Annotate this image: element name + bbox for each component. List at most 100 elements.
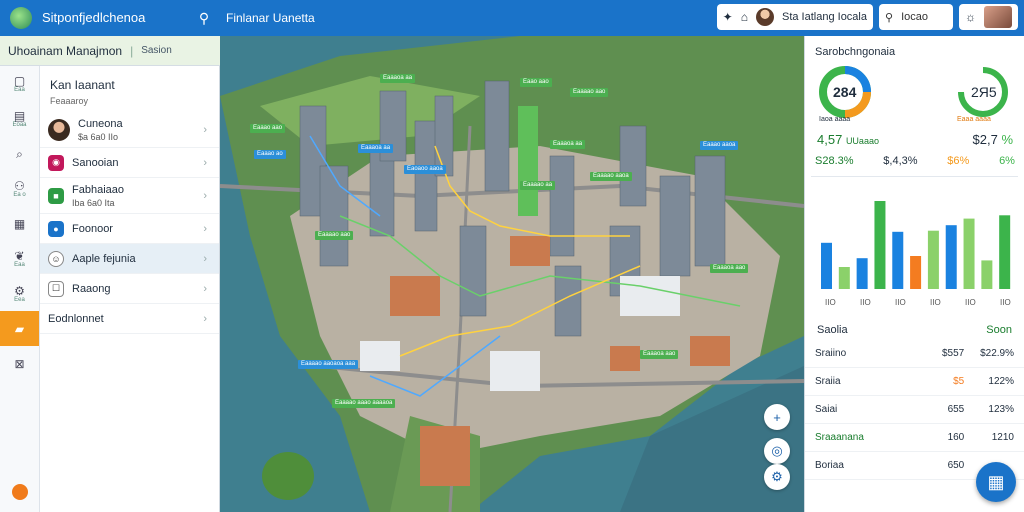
map-label[interactable]: Eaaao ao — [254, 150, 286, 159]
rail-item[interactable]: ▢ Eaa — [0, 66, 39, 101]
list-panel: Kan Iaanant Feaaaroy Cuneona $a 6a0 IIo … — [40, 66, 220, 512]
rail-item[interactable]: ⊠ — [0, 346, 39, 381]
table-row[interactable]: Saiai 655 123% — [805, 396, 1024, 424]
profile-menu[interactable]: ☼ — [959, 4, 1018, 30]
icon-rail: ▢ Eaa ▤ Eoaa ⌕ ⚇ Ea o ▦ ❦ Eaa ⚙ Eea ▰ ⊠ — [0, 66, 40, 512]
bar[interactable] — [838, 267, 850, 289]
map-grid-button[interactable]: ▦ — [976, 462, 1016, 502]
axis-tick-label: IIO — [1000, 298, 1011, 307]
pin-icon[interactable]: ✦ — [723, 10, 733, 24]
bar[interactable] — [856, 258, 868, 289]
bar[interactable] — [910, 256, 922, 289]
user-label: Sta Iatlang Iocala — [781, 11, 867, 23]
locate-button[interactable]: ◎ — [764, 438, 790, 464]
map-label[interactable]: Eaaaao aaoa — [590, 172, 632, 181]
map-label[interactable]: Eaaaoa aao — [710, 264, 749, 273]
bar[interactable] — [874, 201, 886, 289]
list-item[interactable]: Cuneona $a 6a0 IIo › — [40, 112, 219, 148]
kpi-value: S28.3% — [815, 155, 854, 167]
map-label[interactable]: Eaaaoa aa — [550, 140, 586, 149]
table-row[interactable]: Sraaanana 160 1210 — [805, 424, 1024, 452]
home-icon[interactable]: ⌂ — [741, 10, 748, 24]
search-icon[interactable]: ⚲ — [194, 10, 214, 27]
home-icon: ▢ — [13, 73, 26, 88]
map-label[interactable]: Eaoaoo aaoa — [404, 165, 446, 174]
status-dot[interactable] — [12, 484, 28, 500]
map-label[interactable]: Eaaao aao — [250, 124, 286, 133]
list-item[interactable]: ● Foonoor › — [40, 214, 219, 244]
axis-tick-label: IIO — [860, 298, 871, 307]
user-menu[interactable]: ✦ ⌂ Sta Iatlang Iocala — [716, 4, 873, 30]
list-item[interactable]: ☐ Raaong › — [40, 274, 219, 304]
map-label[interactable]: Eaaaoa aa — [358, 144, 394, 153]
table-cell: 122% — [988, 376, 1014, 387]
search-icon: ⌕ — [16, 146, 23, 161]
map-label[interactable]: Eaao aao — [520, 78, 552, 87]
map-label[interactable]: Eaaao aaoa — [700, 141, 739, 150]
bar[interactable] — [963, 218, 975, 289]
list-item-title: Eodnlonnet — [48, 312, 104, 325]
rail-item[interactable]: ⚇ Ea o — [0, 171, 39, 206]
map-label[interactable]: Eaaaao aao — [315, 231, 354, 240]
rail-item[interactable]: ⌕ — [0, 136, 39, 171]
profile-photo[interactable] — [984, 6, 1012, 28]
brightness-icon[interactable]: ☼ — [965, 10, 976, 24]
bar[interactable] — [821, 242, 832, 289]
axis-tick-label: IIO — [965, 298, 976, 307]
map-canvas — [220, 36, 804, 512]
users-icon: ⚇ — [14, 178, 25, 193]
chevron-right-icon: › — [203, 156, 207, 169]
bar[interactable] — [892, 231, 904, 289]
rail-item[interactable]: ▤ Eoaa — [0, 101, 39, 136]
rail-label: Eea — [14, 296, 25, 303]
city-map[interactable]: Eaaaoa aa Eaao aao Eaaaao aao Eaaao aao … — [220, 36, 804, 512]
zoom-in-button[interactable]: + — [764, 404, 790, 430]
search-icon: ⚲ — [885, 11, 894, 24]
table-action[interactable]: Soon — [986, 324, 1012, 340]
list-item[interactable]: Eodnlonnet › — [40, 304, 219, 334]
table-cell: Saiai — [815, 404, 838, 415]
avatar — [48, 118, 70, 141]
chevron-right-icon: › — [203, 252, 207, 265]
rail-item[interactable]: ⚙ Eea — [0, 276, 39, 311]
panel-subtitle[interactable]: Sasion — [141, 45, 172, 56]
smile-icon: ☺ — [48, 250, 64, 267]
map-label[interactable]: Eaaaao aao — [570, 88, 609, 97]
right-panel: Sarobchngonaia 284 Iaoa aaaa 2Я5 Eaaa aa… — [804, 36, 1024, 512]
chevron-right-icon: › — [203, 312, 207, 325]
rail-item[interactable]: ▦ — [0, 206, 39, 241]
table-row[interactable]: Sraiia $5 122% — [805, 368, 1024, 396]
bar[interactable] — [981, 260, 993, 289]
leaf-icon: ❦ — [14, 248, 25, 263]
map-label[interactable]: Eaaaao aa — [520, 181, 556, 190]
folder-icon: ▰ — [14, 321, 25, 336]
list-item-detail: $a 6a0 IIo — [78, 131, 119, 142]
axis-tick-label: IIO — [930, 298, 941, 307]
bar[interactable] — [945, 225, 957, 289]
kpi-value: 4,57 — [817, 132, 843, 147]
bar[interactable] — [927, 230, 939, 289]
list-title: Kan Iaanant — [50, 78, 115, 92]
map-settings-button[interactable]: ⚙ — [764, 464, 790, 490]
table-cell: 655 — [947, 404, 965, 415]
table-cell: 160 — [947, 432, 965, 443]
map-label[interactable]: Eaaaao aaoaoa aaa — [298, 360, 359, 369]
kpi-value: 6% — [999, 155, 1015, 167]
bar[interactable] — [999, 215, 1011, 289]
table-cell: $22.9% — [980, 348, 1014, 359]
search-input[interactable]: ⚲ Iocao — [879, 4, 953, 30]
list-item[interactable]: ■ Fabhaiaao Iba 6a0 Ita › — [40, 178, 219, 214]
list-item[interactable]: ◉ Sanooian › — [40, 148, 219, 178]
bar-chart: IIO IIO IIO IIO IIO IIO — [811, 176, 1018, 312]
rail-item[interactable]: ❦ Eaa — [0, 241, 39, 276]
list-item[interactable]: ☺ Aaple fejunia › — [40, 244, 219, 274]
panel-title: Uhoainam Manajmon — [8, 43, 123, 58]
app-logo[interactable] — [10, 7, 32, 29]
map-label[interactable]: Eaaaoa aa — [380, 74, 416, 83]
table-row[interactable]: Sraiino $557 $22.9% — [805, 340, 1024, 368]
kpi-value: $2,7 — [972, 132, 998, 147]
rail-item[interactable]: ▰ — [0, 311, 39, 346]
map-label[interactable]: Eaaaoa aao — [640, 350, 679, 359]
avatar[interactable] — [755, 8, 774, 26]
map-label[interactable]: Eaaaao aaao aaaaoa — [332, 399, 396, 408]
